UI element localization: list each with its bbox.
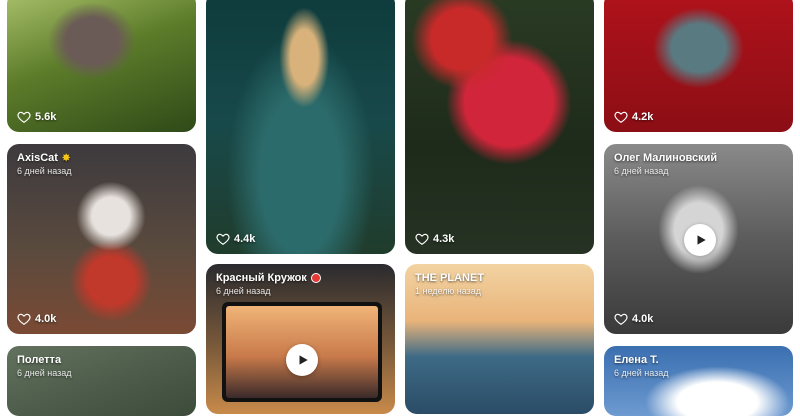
feed-card[interactable]: THE PLANET 1 неделю назад [405, 264, 594, 414]
like-button[interactable]: 4.0k [614, 312, 653, 326]
play-button[interactable] [684, 224, 716, 256]
post-time: 6 дней назад [216, 286, 271, 296]
play-icon [299, 355, 308, 365]
star-badge-icon: ✸ [61, 152, 71, 164]
heart-icon [614, 111, 628, 123]
author-name[interactable]: THE PLANET [415, 272, 484, 284]
post-time: 6 дней назад [614, 368, 669, 378]
heart-icon [17, 111, 31, 123]
heart-icon [415, 233, 429, 245]
feed-card[interactable]: 4.3k [405, 0, 594, 254]
author-name[interactable]: AxisCat ✸ [17, 152, 70, 164]
like-count: 4.0k [35, 313, 57, 325]
like-count: 4.2k [632, 111, 654, 123]
post-time: 6 дней назад [17, 368, 72, 378]
heart-icon [17, 313, 31, 325]
feed-card[interactable]: 5.6k [7, 0, 196, 132]
like-button[interactable]: 4.3k [415, 232, 454, 246]
feed-card[interactable]: Полетта 6 дней назад [7, 346, 196, 416]
like-button[interactable]: 4.0k [17, 312, 56, 326]
author-name[interactable]: Красный Кружок [216, 272, 321, 284]
like-button[interactable]: 5.6k [17, 110, 56, 124]
feed-card[interactable]: Елена Т. 6 дней назад [604, 346, 793, 416]
play-button[interactable] [286, 344, 318, 376]
feed-card[interactable]: Олег Малиновский 6 дней назад 4.0k [604, 144, 793, 334]
like-count: 5.6k [35, 111, 57, 123]
like-button[interactable]: 4.2k [614, 110, 653, 124]
like-button[interactable]: 4.4k [216, 232, 255, 246]
feed-card[interactable]: Красный Кружок 6 дней назад [206, 264, 395, 414]
feed-card[interactable]: 4.4k [206, 0, 395, 254]
author-name[interactable]: Олег Малиновский [614, 152, 717, 164]
author-name[interactable]: Елена Т. [614, 354, 659, 366]
like-count: 4.3k [433, 233, 455, 245]
post-time: 6 дней назад [614, 166, 669, 176]
play-icon [697, 235, 706, 245]
heart-icon [614, 313, 628, 325]
like-count: 4.4k [234, 233, 256, 245]
red-dot-badge-icon [310, 273, 321, 283]
author-name[interactable]: Полетта [17, 354, 61, 366]
feed-card[interactable]: 4.2k [604, 0, 793, 132]
like-count: 4.0k [632, 313, 654, 325]
post-time: 1 неделю назад [415, 286, 482, 296]
post-time: 6 дней назад [17, 166, 72, 176]
feed-card[interactable]: AxisCat ✸ 6 дней назад 4.0k [7, 144, 196, 334]
heart-icon [216, 233, 230, 245]
